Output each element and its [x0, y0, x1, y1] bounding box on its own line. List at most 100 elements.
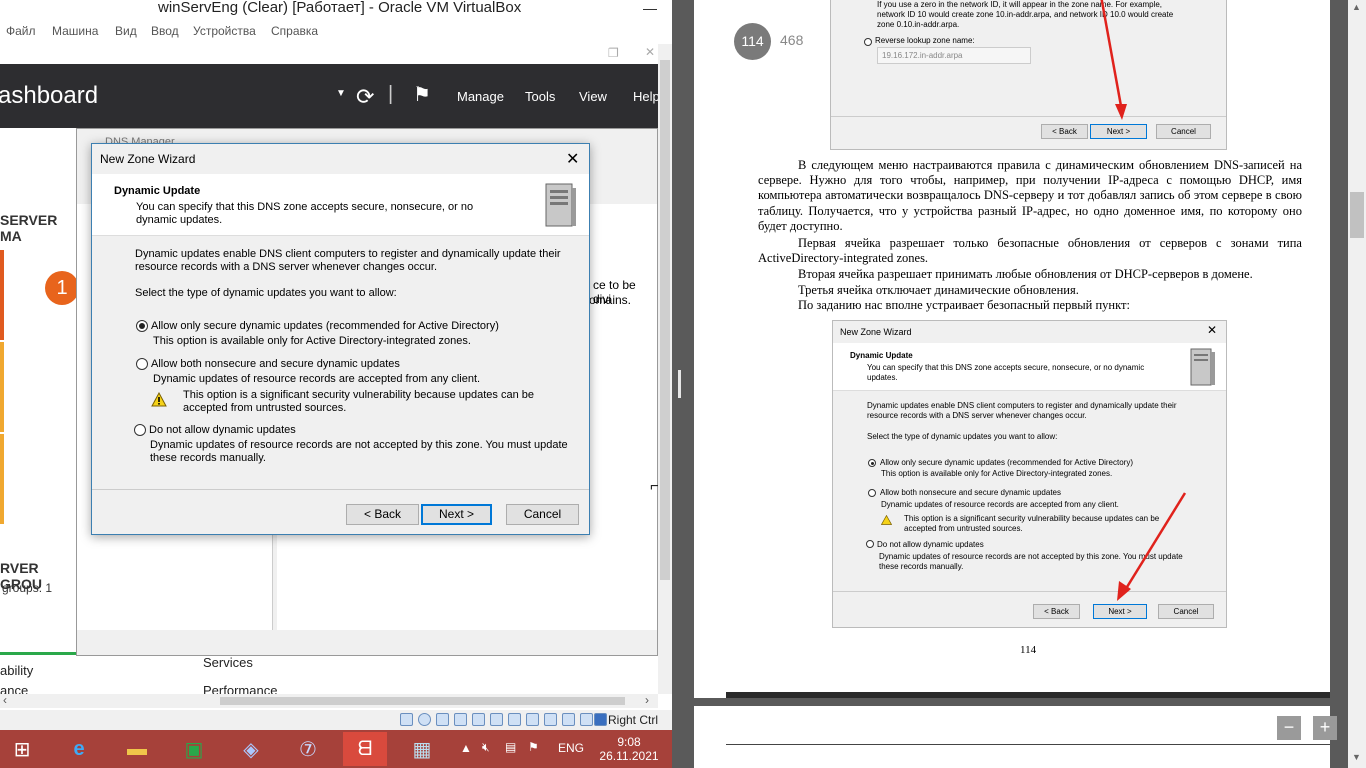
network-tray-icon[interactable]: ▤: [505, 740, 516, 754]
nonsecure-warning: This option is a significant security vu…: [183, 389, 534, 414]
hdd-icon[interactable]: [400, 713, 413, 726]
scroll-down-icon[interactable]: ▼: [1352, 752, 1361, 762]
close-icon[interactable]: ✕: [566, 149, 579, 169]
pdf-scroll-thumb[interactable]: [1350, 192, 1364, 238]
horizontal-scrollbar[interactable]: ‹ ›: [0, 693, 658, 708]
wizard-body: Dynamic updates enable DNS client comput…: [92, 236, 589, 488]
horizontal-scroll-thumb[interactable]: [220, 697, 625, 705]
wizard-prompt: Select the type of dynamic updates you w…: [135, 287, 397, 299]
menu-help[interactable]: Help: [633, 89, 658, 104]
tray-arrow-icon[interactable]: ▲: [460, 741, 472, 755]
menu-view[interactable]: View: [579, 89, 607, 104]
no-updates-label[interactable]: Do not allow dynamic updates: [149, 424, 296, 436]
step-badge: 1: [45, 271, 79, 305]
shot-radio-1: [868, 459, 876, 467]
wizard-subheading: You can specify that this DNS zone accep…: [136, 201, 474, 226]
shot-header: Dynamic Update You can specify that this…: [833, 343, 1226, 391]
status-bar: [0, 652, 76, 655]
nonsecure-updates-label[interactable]: Allow both nonsecure and secure dynamic …: [151, 358, 400, 370]
usb-icon[interactable]: [472, 713, 485, 726]
pdf-scrollbar[interactable]: ▲ ▼: [1348, 0, 1366, 768]
divider: [92, 489, 589, 490]
new-zone-wizard-dialog: New Zone Wizard ✕ Dynamic Update You can…: [91, 143, 590, 535]
image-viewer-icon[interactable]: ▦: [400, 732, 444, 766]
tile-item[interactable]: ability: [0, 663, 33, 678]
taskbar-clock[interactable]: 9:08 26.11.2021: [596, 735, 662, 763]
windows-start-icon[interactable]: ⊞: [0, 732, 44, 766]
zoom-in-button[interactable]: +: [1313, 716, 1337, 740]
secure-updates-label[interactable]: Allow only secure dynamic updates (recom…: [151, 320, 499, 332]
internet-explorer-icon[interactable]: e: [57, 732, 101, 766]
next-button[interactable]: Next >: [421, 504, 492, 525]
store-icon[interactable]: ▣: [172, 732, 216, 766]
cancel-button[interactable]: Cancel: [506, 504, 579, 525]
page-separator: [726, 692, 1330, 698]
secure-updates-desc: This option is available only for Active…: [153, 335, 471, 347]
zoom-out-button[interactable]: −: [1277, 716, 1301, 740]
menu-view[interactable]: Вид: [115, 24, 137, 38]
close-icon[interactable]: ✕: [645, 45, 655, 59]
back-button[interactable]: < Back: [346, 504, 419, 525]
yellow-tile-2[interactable]: [0, 434, 4, 524]
menu-devices[interactable]: Устройства: [193, 24, 256, 38]
separator: |: [388, 83, 394, 105]
refresh-icon[interactable]: ⟳: [356, 84, 374, 110]
scroll-left-icon[interactable]: ‹: [3, 693, 7, 707]
server-manager-header: ashboard ▼ ⟳ | ⚑ Manage Tools View Help: [0, 64, 658, 128]
menu-machine[interactable]: Машина: [52, 24, 98, 38]
menu-file[interactable]: Файл: [6, 24, 36, 38]
optical-icon[interactable]: [418, 713, 431, 726]
video-capture-icon[interactable]: [526, 713, 539, 726]
menu-tools[interactable]: Tools: [525, 89, 555, 104]
file-explorer-icon[interactable]: ▬: [115, 732, 159, 766]
menu-help[interactable]: Справка: [271, 24, 318, 38]
audio-icon[interactable]: [436, 713, 449, 726]
restore-icon[interactable]: ❐: [608, 46, 619, 60]
shot-option-3: Do not allow dynamic updates: [877, 540, 984, 549]
windows-taskbar: ⊞ e ▬ ▣ ◈ ⑦ ᗺ ▦ ▲ 🔇︎ ▤ ⚑ ENG: [0, 730, 672, 768]
mouse-integration-icon[interactable]: [562, 713, 575, 726]
speaker-muted-icon[interactable]: 🔇︎: [482, 740, 490, 755]
flag-icon[interactable]: ⚑: [413, 82, 431, 107]
orange-tile[interactable]: [0, 250, 4, 340]
menu-manage[interactable]: Manage: [457, 89, 504, 104]
paragraph-5: По заданию нас вполне устраивает безопас…: [798, 298, 1130, 312]
scroll-right-icon[interactable]: ›: [645, 693, 649, 707]
top-shot-radio: [864, 38, 872, 46]
performance-item[interactable]: Performance: [203, 683, 277, 694]
virtualbox-titlebar[interactable]: winServEng (Clear) [Работает] - Oracle V…: [0, 0, 672, 20]
no-updates-desc: Dynamic updates of resource records are …: [150, 439, 568, 464]
top-shot-next: Next >: [1090, 124, 1147, 139]
nonsecure-updates-radio[interactable]: [136, 358, 148, 370]
current-page-badge[interactable]: 114: [734, 23, 771, 60]
display-icon[interactable]: [508, 713, 521, 726]
shot-back: < Back: [1033, 604, 1080, 619]
virtualbox-icon[interactable]: ◈: [229, 732, 273, 766]
no-updates-radio[interactable]: [134, 424, 146, 436]
nonsecure-updates-desc: Dynamic updates of resource records are …: [153, 373, 481, 385]
action-center-icon[interactable]: ⚑: [528, 740, 539, 754]
vertical-scroll-thumb[interactable]: [660, 60, 670, 580]
shot-title: New Zone Wizard: [840, 327, 912, 337]
keyboard-icon[interactable]: [580, 713, 593, 726]
virtualbox-menubar: Файл Машина Вид Ввод Устройства Справка: [0, 21, 672, 41]
scroll-up-icon[interactable]: ▲: [1352, 2, 1361, 12]
menu-input[interactable]: Ввод: [151, 24, 179, 38]
yellow-tile[interactable]: [0, 342, 4, 432]
cpu-icon[interactable]: [544, 713, 557, 726]
network-icon[interactable]: [454, 713, 467, 726]
host-key-icon[interactable]: [594, 713, 607, 726]
minimize-icon[interactable]: —: [628, 0, 672, 20]
language-indicator[interactable]: ENG: [558, 741, 584, 755]
shot-option-1-desc: This option is available only for Active…: [881, 469, 1113, 478]
secure-updates-radio[interactable]: [136, 320, 148, 332]
shared-folder-icon[interactable]: [490, 713, 503, 726]
top-shot-cancel: Cancel: [1156, 124, 1211, 139]
shot-subheading: You can specify that this DNS zone accep…: [867, 363, 1145, 382]
paragraph-3: Вторая ячейка разрешает принимать любые …: [798, 267, 1253, 281]
services-item[interactable]: Services: [203, 655, 253, 670]
app-7-icon[interactable]: ⑦: [286, 732, 330, 766]
dropdown-icon[interactable]: ▼: [336, 88, 346, 99]
pdf-reader-icon[interactable]: ᗺ: [343, 732, 387, 766]
splitter-handle[interactable]: [678, 370, 681, 398]
